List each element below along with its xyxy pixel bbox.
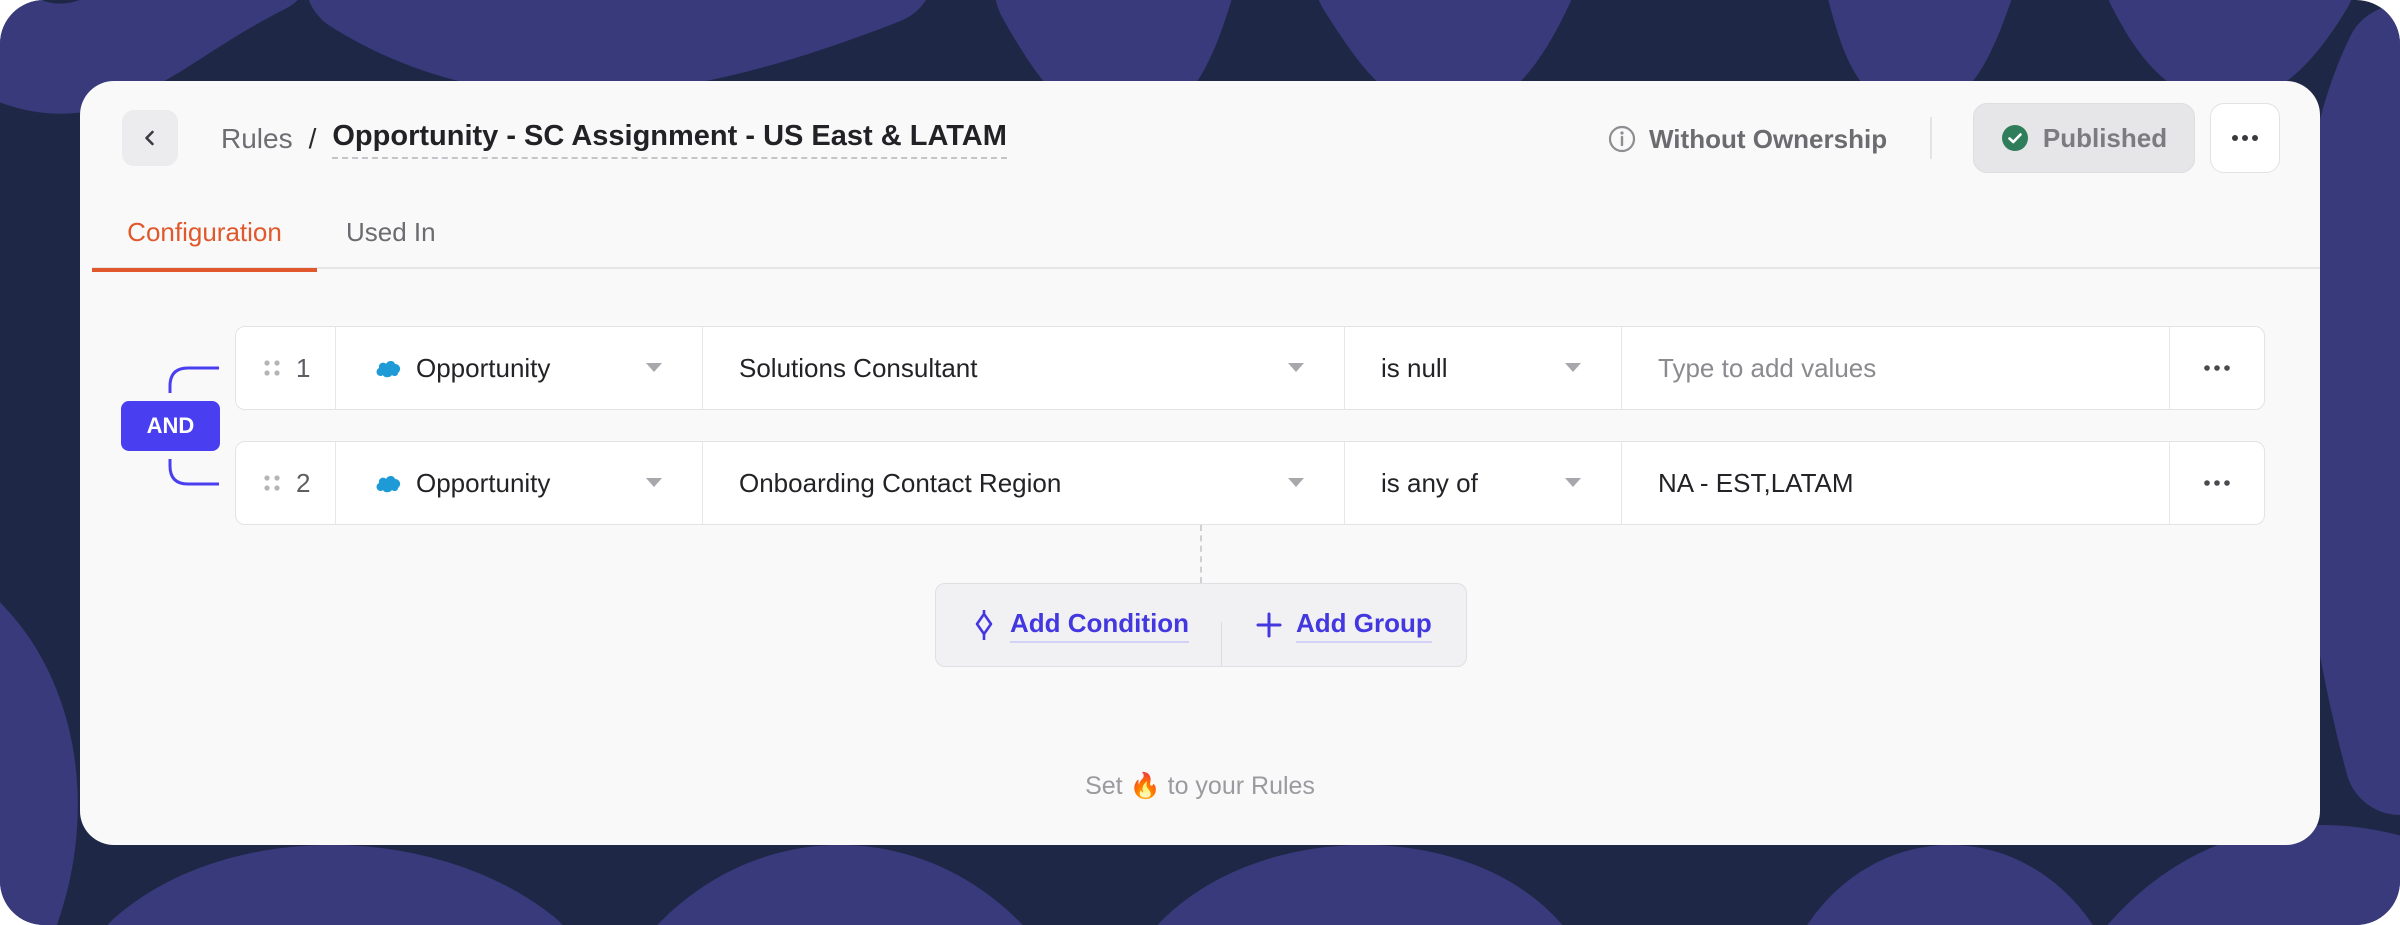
more-horizontal-icon (2204, 480, 2230, 486)
add-controls: Add Condition Add Group (935, 583, 1467, 667)
rule-editor-card: Rules / Opportunity - SC Assignment - US… (80, 81, 2320, 845)
chevron-down-icon (1288, 478, 1304, 487)
value-input[interactable]: Type to add values (1621, 327, 2169, 409)
drag-handle[interactable]: 1 (236, 327, 335, 409)
chevron-down-icon (646, 478, 662, 487)
object-select[interactable]: Opportunity (335, 442, 702, 524)
operator-value: is null (1381, 352, 1448, 383)
more-horizontal-icon (2232, 135, 2258, 141)
ownership-label: Without Ownership (1649, 123, 1888, 154)
condition-diamond-icon (975, 610, 993, 640)
operator-select[interactable]: is any of (1344, 442, 1621, 524)
rule-title[interactable]: Opportunity - SC Assignment - US East & … (332, 120, 1007, 159)
field-value: Onboarding Contact Region (739, 467, 1062, 498)
value-placeholder: Type to add values (1658, 352, 1877, 383)
object-value: Opportunity (416, 352, 551, 383)
condition-index: 1 (296, 352, 311, 383)
published-status-button[interactable]: Published (1973, 103, 2195, 173)
breadcrumb-separator: / (308, 123, 317, 154)
field-value: Solutions Consultant (739, 352, 978, 383)
info-icon (1608, 125, 1636, 153)
add-condition-label: Add Condition (1010, 608, 1190, 643)
drag-handle[interactable]: 2 (236, 442, 335, 524)
fire-emoji-icon: 🔥 (1129, 772, 1161, 800)
chevron-down-icon (1565, 478, 1581, 487)
logic-operator-toggle[interactable]: AND (121, 401, 220, 451)
chevron-down-icon (1565, 363, 1581, 372)
object-value: Opportunity (416, 467, 551, 498)
status-label: Published (2042, 122, 2168, 153)
operator-select[interactable]: is null (1344, 327, 1621, 409)
add-group-button[interactable]: Add Group (1256, 584, 1432, 666)
breadcrumb: Rules / Opportunity - SC Assignment - US… (221, 119, 1007, 159)
salesforce-cloud-icon (376, 361, 401, 378)
object-select[interactable]: Opportunity (335, 327, 702, 409)
value-text: NA - EST,LATAM (1658, 467, 1854, 498)
add-group-label: Add Group (1296, 608, 1432, 643)
tab-used-in[interactable]: Used In (346, 217, 436, 268)
check-circle-icon (2001, 125, 2028, 151)
chevron-down-icon (1288, 363, 1304, 372)
chevron-down-icon (646, 363, 662, 372)
condition-row: 2 Opportunity Onboarding Contact Region … (235, 441, 2265, 525)
app-background: Rules / Opportunity - SC Assignment - US… (0, 0, 2400, 925)
footer-text-end: to your Rules (1167, 772, 1315, 800)
more-horizontal-icon (2204, 365, 2230, 371)
field-select[interactable]: Onboarding Contact Region (702, 442, 1344, 524)
header-divider (1930, 117, 1932, 159)
connector-dashed-line (1200, 525, 1202, 583)
ownership-indicator[interactable]: Without Ownership (1607, 119, 1887, 159)
drag-handle-icon (264, 360, 280, 376)
condition-more-button[interactable] (2169, 327, 2264, 409)
add-condition-button[interactable]: Add Condition (972, 584, 1190, 666)
plus-icon (1256, 612, 1282, 638)
operator-value: is any of (1381, 467, 1478, 498)
add-controls-separator (1221, 622, 1222, 666)
footer-hint: Set 🔥 to your Rules (80, 772, 2320, 801)
salesforce-cloud-icon (376, 476, 401, 493)
field-select[interactable]: Solutions Consultant (702, 327, 1344, 409)
condition-index: 2 (296, 467, 311, 498)
rule-more-options-button[interactable] (2210, 103, 2280, 173)
value-input[interactable]: NA - EST,LATAM (1621, 442, 2169, 524)
drag-handle-icon (264, 475, 280, 491)
condition-more-button[interactable] (2169, 442, 2264, 524)
footer-text-start: Set (1085, 772, 1123, 800)
condition-row: 1 Opportunity Solutions Consultant is nu… (235, 326, 2265, 410)
